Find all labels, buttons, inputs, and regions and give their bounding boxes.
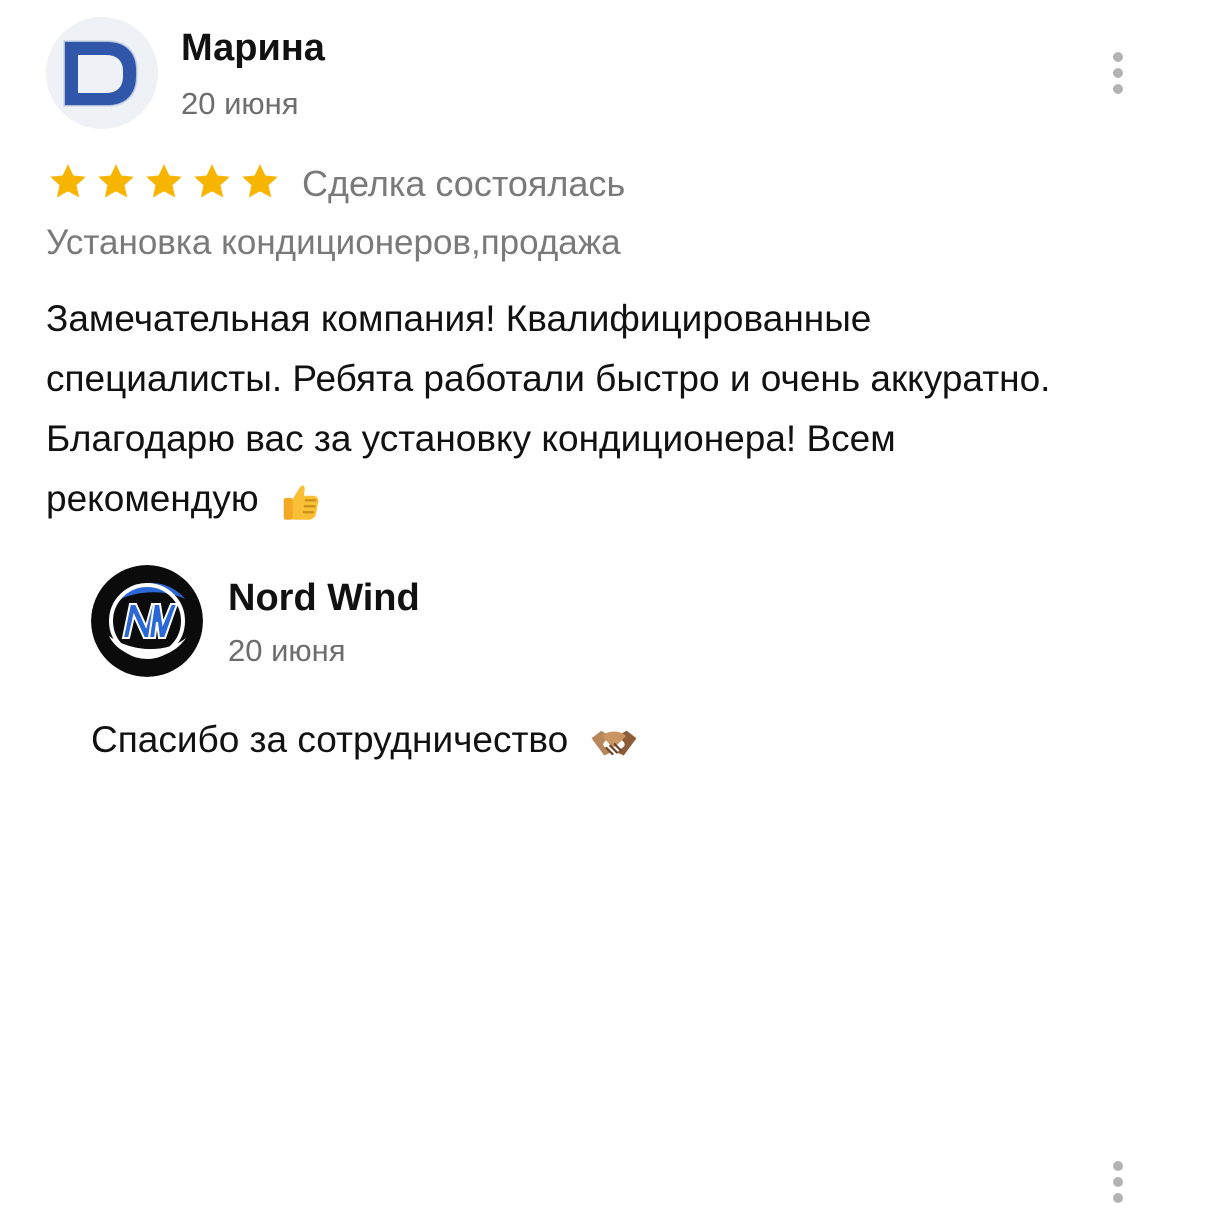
menu-dot (1113, 68, 1123, 78)
bottom-crop (0, 781, 1214, 810)
menu-dot (1113, 52, 1123, 62)
reply-date: 20 июня (228, 633, 346, 668)
more-vertical-icon[interactable] (1103, 1156, 1133, 1208)
star-icon (98, 164, 134, 198)
menu-dot (1113, 1193, 1123, 1203)
handshake-icon (587, 722, 641, 762)
star-icon (146, 164, 182, 198)
review-author-name[interactable]: Марина (181, 27, 325, 70)
star-rating (46, 161, 282, 205)
nw-logo-icon (91, 565, 203, 677)
rating-row: Сделка состоялась (46, 160, 625, 206)
avatar-marina[interactable] (46, 17, 158, 129)
service-category: Установка кондиционеров,продажа (46, 223, 621, 262)
reply-text: Спасибо за сотрудничество (91, 715, 641, 765)
more-vertical-icon[interactable] (1103, 47, 1133, 99)
star-icon (194, 164, 230, 198)
review-card: Марина 20 июня Сделка состоялась Установ… (0, 0, 1214, 560)
menu-dot (1113, 1177, 1123, 1187)
menu-dot (1113, 1161, 1123, 1171)
reply-author-name[interactable]: Nord Wind (228, 577, 420, 620)
reply-body: Спасибо за сотрудничество (91, 719, 569, 760)
deal-status: Сделка состоялась (302, 163, 626, 204)
star-icon (50, 164, 86, 198)
avatar-nord-wind[interactable] (91, 565, 203, 677)
blue-d-logo-icon (46, 17, 158, 129)
menu-dot (1113, 84, 1123, 94)
thumbs-up-icon (277, 477, 325, 525)
review-date: 20 июня (181, 86, 299, 121)
review-body: Замечательная компания! Квалифицированны… (46, 298, 1051, 519)
review-text: Замечательная компания! Квалифицированны… (46, 289, 1056, 529)
owner-reply: Nord Wind 20 июня Спасибо за сотрудничес… (0, 560, 1214, 1203)
star-icon (242, 164, 278, 198)
